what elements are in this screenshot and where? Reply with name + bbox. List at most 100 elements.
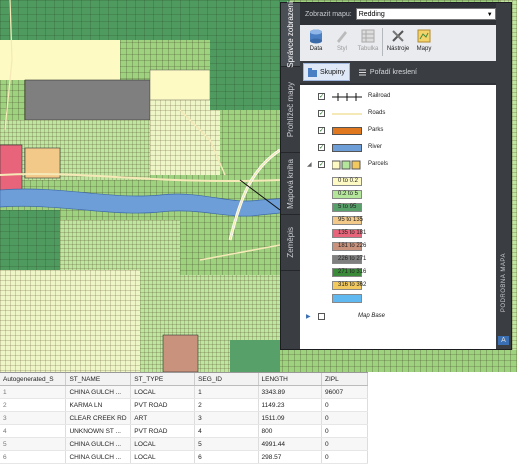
table-cell[interactable]: ART bbox=[130, 411, 196, 425]
table-cell[interactable]: LOCAL bbox=[130, 385, 196, 399]
legend-layer-row[interactable]: ✓ Roads bbox=[300, 106, 496, 122]
table-cell[interactable]: 298.57 bbox=[258, 450, 323, 464]
pane-toolbar: Data Styl Tabulka Nástroje Mapy bbox=[300, 25, 496, 61]
column-header[interactable]: ST_NAME bbox=[65, 373, 132, 386]
table-cell[interactable]: CHINA GULCH ... bbox=[65, 450, 132, 464]
table-cell[interactable]: 2 bbox=[0, 398, 67, 412]
table-cell[interactable]: 1 bbox=[194, 385, 259, 399]
table-cell[interactable]: PVT ROAD bbox=[130, 424, 196, 438]
table-cell[interactable]: 6 bbox=[0, 450, 67, 464]
table-row[interactable]: 3 CLEAR CREEK RD ART 3 1511.09 0 bbox=[0, 411, 368, 425]
layer-visibility-checkbox[interactable]: ✓ bbox=[318, 144, 325, 151]
class-range-label: 226 to 271 bbox=[338, 256, 367, 262]
layer-name: Parks bbox=[368, 127, 384, 133]
draw-order-button[interactable]: Pořadí kreslení bbox=[354, 64, 421, 80]
layer-fill-symbol bbox=[332, 144, 362, 152]
groups-icon bbox=[308, 67, 317, 77]
table-cell[interactable]: LOCAL bbox=[130, 437, 196, 451]
tab-display-manager[interactable]: Správce zobrazení bbox=[281, 1, 300, 68]
column-header[interactable]: Autogenerated_S bbox=[0, 373, 67, 386]
table-cell[interactable]: 1511.09 bbox=[258, 411, 323, 425]
table-cell[interactable]: 6 bbox=[194, 450, 259, 464]
table-cell[interactable]: KARMA LN bbox=[65, 398, 132, 412]
table-cell[interactable]: 0 bbox=[321, 450, 368, 464]
table-cell[interactable]: 0 bbox=[321, 437, 368, 451]
layer-name: Roads bbox=[368, 110, 386, 116]
table-cell[interactable]: 1149.23 bbox=[258, 398, 323, 412]
map-zoom-dropdown[interactable]: Redding ▼ bbox=[355, 8, 496, 20]
class-range-label: 271 to 316 bbox=[338, 269, 367, 275]
attribute-table: Autogenerated_S ST_NAME ST_TYPE SEG_ID LENGT… bbox=[0, 372, 368, 466]
data-button[interactable]: Data bbox=[304, 25, 328, 59]
class-range-label: 95 to 135 bbox=[338, 217, 364, 223]
legend-layer-row[interactable]: ◢ ✓ Parcels bbox=[300, 157, 496, 173]
maps-button[interactable]: Mapy bbox=[412, 25, 436, 59]
class-range-label: 5 to 95 bbox=[338, 204, 357, 210]
tab-survey[interactable]: Zeměpis bbox=[281, 215, 300, 271]
legend-layer-row[interactable]: ✓ River bbox=[300, 140, 496, 156]
column-header[interactable]: LENGTH bbox=[258, 373, 323, 386]
class-range-label: 0.2 to 5 bbox=[338, 191, 359, 197]
zoom-label: Zobrazit mapu: bbox=[305, 10, 352, 18]
table-cell[interactable]: 4991.44 bbox=[258, 437, 323, 451]
parcels-theme-icon bbox=[331, 160, 362, 170]
table-cell[interactable]: 5 bbox=[194, 437, 259, 451]
table-row[interactable]: 5 CHINA GULCH ... LOCAL 5 4991.44 0 bbox=[0, 437, 368, 451]
layer-name: Railroad bbox=[368, 93, 391, 99]
legend-class-row: 5 to 95 bbox=[300, 201, 496, 214]
map-zoom-value: Redding bbox=[358, 11, 385, 18]
legend-layer-row[interactable]: ✓ Railroad bbox=[300, 89, 496, 105]
expand-triangle-icon[interactable]: ◢ bbox=[307, 161, 312, 168]
table-cell[interactable]: 3 bbox=[194, 411, 259, 425]
table-cell[interactable]: UNKNOWN ST ... bbox=[65, 424, 132, 438]
table-row[interactable]: 2 KARMA LN PVT ROAD 2 1149.23 0 bbox=[0, 398, 368, 412]
legend-group-map-base[interactable]: ▶ Map Base bbox=[300, 309, 496, 325]
groups-button[interactable]: Skupiny bbox=[303, 63, 350, 81]
pane-rail: PODROBNÁ MAPA A bbox=[496, 3, 511, 349]
table-cell[interactable]: PVT ROAD bbox=[130, 398, 196, 412]
table-cell[interactable]: 0 bbox=[321, 398, 368, 412]
table-row[interactable]: 6 CHINA GULCH ... LOCAL 6 298.57 0 bbox=[0, 450, 368, 464]
table-cell[interactable]: LOCAL bbox=[130, 450, 196, 464]
tab-map-book[interactable]: Mapová kniha bbox=[281, 153, 300, 215]
column-header[interactable]: SEG_ID bbox=[194, 373, 259, 386]
column-header[interactable]: ZIPL bbox=[321, 373, 368, 386]
pin-icon[interactable]: A bbox=[498, 336, 509, 345]
table-cell[interactable]: 0 bbox=[321, 411, 368, 425]
tools-icon bbox=[390, 28, 406, 44]
group-visibility-checkbox[interactable] bbox=[318, 313, 325, 320]
style-button[interactable]: Styl bbox=[330, 25, 354, 59]
expand-triangle-icon[interactable]: ▶ bbox=[306, 313, 311, 320]
table-icon bbox=[360, 28, 376, 44]
maps-icon bbox=[416, 28, 432, 44]
table-row[interactable]: 4 UNKNOWN ST ... PVT ROAD 4 800 0 bbox=[0, 424, 368, 438]
table-cell[interactable]: CLEAR CREEK RD bbox=[65, 411, 132, 425]
layer-visibility-checkbox[interactable]: ✓ bbox=[318, 110, 325, 117]
legend-layer-row[interactable]: ✓ Parks bbox=[300, 123, 496, 139]
style-button-label: Styl bbox=[336, 46, 347, 52]
layer-visibility-checkbox[interactable]: ✓ bbox=[318, 161, 325, 168]
table-cell[interactable]: CHINA GULCH ... bbox=[65, 385, 132, 399]
table-cell[interactable]: 96007 bbox=[321, 385, 368, 399]
tools-button[interactable]: Nástroje bbox=[386, 25, 410, 59]
table-cell[interactable]: 1 bbox=[0, 385, 67, 399]
legend-class-row: 0 to 0.2 bbox=[300, 175, 496, 188]
table-cell[interactable]: 5 bbox=[0, 437, 67, 451]
class-range-label: 316 to 362 bbox=[338, 282, 367, 288]
table-cell[interactable]: 4 bbox=[194, 424, 259, 438]
task-pane: Správce zobrazení Prohlížeč mapy Mapová … bbox=[280, 1, 512, 350]
table-cell[interactable]: 4 bbox=[0, 424, 67, 438]
group-name: Map Base bbox=[358, 313, 386, 319]
layer-visibility-checkbox[interactable]: ✓ bbox=[318, 127, 325, 134]
table-button[interactable]: Tabulka bbox=[356, 25, 380, 59]
table-cell[interactable]: 3 bbox=[0, 411, 67, 425]
table-cell[interactable]: 2 bbox=[194, 398, 259, 412]
table-cell[interactable]: 0 bbox=[321, 424, 368, 438]
table-cell[interactable]: CHINA GULCH ... bbox=[65, 437, 132, 451]
tab-map-explorer[interactable]: Prohlížeč mapy bbox=[281, 67, 300, 153]
layer-visibility-checkbox[interactable]: ✓ bbox=[318, 93, 325, 100]
table-row[interactable]: 1 CHINA GULCH ... LOCAL 1 3343.89 96007 bbox=[0, 385, 368, 399]
column-header[interactable]: ST_TYPE bbox=[130, 373, 196, 386]
table-cell[interactable]: 800 bbox=[258, 424, 323, 438]
table-cell[interactable]: 3343.89 bbox=[258, 385, 323, 399]
